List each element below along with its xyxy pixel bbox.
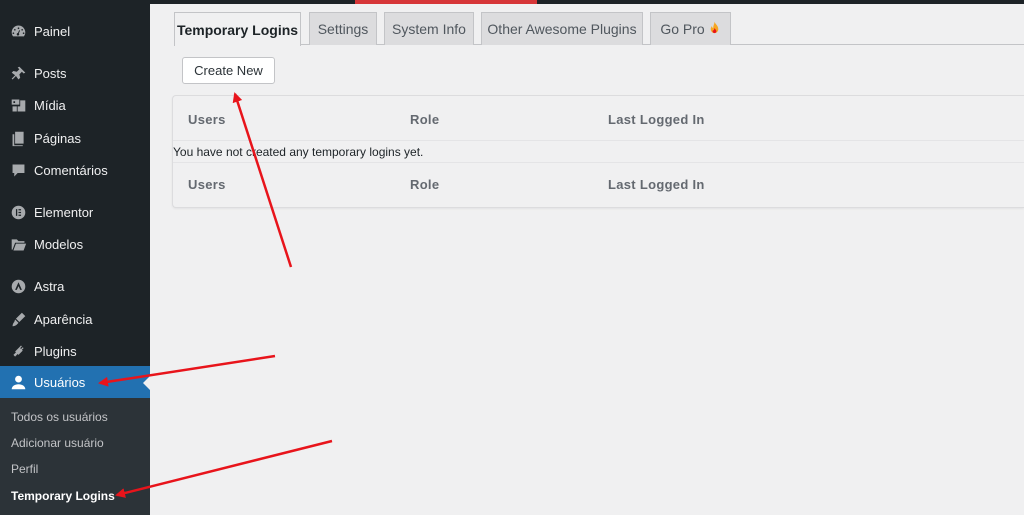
row-divider: [173, 140, 1024, 141]
sidebar-item-label: Mídia: [34, 97, 66, 113]
sidebar-item-elementor[interactable]: Elementor: [0, 196, 150, 228]
sidebar-item-aparencia[interactable]: Aparência: [0, 303, 150, 335]
column-header-role[interactable]: Role: [410, 112, 439, 127]
tab-other-awesome-plugins[interactable]: Other Awesome Plugins: [481, 12, 643, 45]
submenu-item-todos-usuarios[interactable]: Todos os usuários: [11, 410, 108, 424]
sidebar-item-midia[interactable]: Mídia: [0, 89, 150, 121]
pages-icon: [0, 130, 34, 147]
column-header-last-logged-in[interactable]: Last Logged In: [608, 112, 705, 127]
column-footer-users[interactable]: Users: [188, 177, 226, 192]
empty-table-message: You have not created any temporary login…: [173, 145, 424, 159]
tab-label: Go Pro: [660, 21, 705, 37]
sidebar-item-usuarios[interactable]: Usuários: [0, 366, 150, 398]
sidebar-item-plugins[interactable]: Plugins: [0, 335, 150, 367]
admin-sidebar: Painel Posts Mídia Páginas Comentários E…: [0, 0, 150, 515]
sidebar-item-label: Usuários: [34, 374, 86, 390]
elementor-icon: [0, 204, 34, 221]
create-new-button[interactable]: Create New: [182, 57, 275, 84]
tab-label: Other Awesome Plugins: [487, 21, 637, 37]
sidebar-item-label: Plugins: [34, 343, 77, 359]
comments-icon: [0, 162, 34, 179]
tab-label: Settings: [317, 21, 369, 37]
annotation-arrows: [98, 92, 333, 498]
submenu-item-temporary-logins[interactable]: Temporary Logins: [11, 489, 115, 503]
sidebar-item-label: Aparência: [34, 311, 93, 327]
tab-temporary-logins[interactable]: Temporary Logins: [174, 12, 301, 46]
plugin-icon: [0, 343, 34, 360]
admin-bar-accent: [355, 0, 537, 4]
brush-icon: [0, 311, 34, 328]
tab-system-info[interactable]: System Info: [384, 12, 474, 45]
column-footer-last-logged-in[interactable]: Last Logged In: [608, 177, 705, 192]
sidebar-item-label: Modelos: [34, 236, 84, 252]
submenu-item-adicionar-usuario[interactable]: Adicionar usuário: [11, 436, 104, 450]
dashboard-icon: [0, 23, 34, 40]
tab-label: System Info: [392, 21, 466, 37]
tab-label: Temporary Logins: [176, 21, 299, 38]
fire-icon: [708, 21, 721, 38]
sidebar-item-posts[interactable]: Posts: [0, 57, 150, 89]
sidebar-item-label: Páginas: [34, 130, 81, 146]
sidebar-item-astra[interactable]: Astra: [0, 270, 150, 302]
sidebar-item-paginas[interactable]: Páginas: [0, 122, 150, 154]
sidebar-item-label: Astra: [34, 278, 65, 294]
media-icon: [0, 97, 34, 114]
sidebar-item-label: Comentários: [34, 162, 108, 178]
tab-settings[interactable]: Settings: [309, 12, 377, 45]
sidebar-item-comentarios[interactable]: Comentários: [0, 154, 150, 186]
user-icon: [0, 374, 34, 391]
admin-bar: [150, 0, 1024, 4]
column-footer-role[interactable]: Role: [410, 177, 439, 192]
sidebar-item-label: Painel: [34, 23, 71, 39]
folder-icon: [0, 236, 34, 253]
row-divider: [173, 162, 1024, 163]
sidebar-item-painel[interactable]: Painel: [0, 15, 150, 47]
sidebar-item-label: Posts: [34, 65, 67, 81]
sidebar-item-modelos[interactable]: Modelos: [0, 228, 150, 260]
column-header-users[interactable]: Users: [188, 112, 226, 127]
submenu-item-perfil[interactable]: Perfil: [11, 462, 38, 476]
tab-go-pro[interactable]: Go Pro: [650, 12, 731, 45]
sidebar-item-label: Elementor: [34, 204, 94, 220]
astra-icon: [0, 278, 34, 295]
users-submenu: Todos os usuários Adicionar usuário Perf…: [0, 398, 150, 515]
pin-icon: [0, 65, 34, 82]
